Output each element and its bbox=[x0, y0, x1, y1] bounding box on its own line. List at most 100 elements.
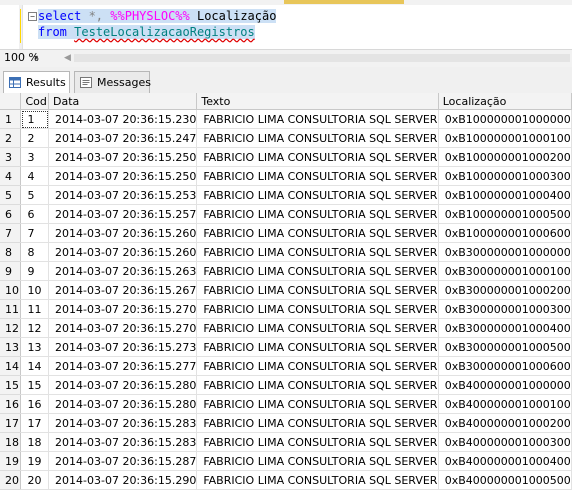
cell-localizacao[interactable]: 0xB300000001000400 bbox=[438, 318, 572, 338]
cell-texto[interactable]: FABRICIO LIMA CONSULTORIA SQL SERVER bbox=[196, 204, 439, 224]
table-row[interactable]: 11 11 2014-03-07 20:36:15.270 FABRICIO LIMA… bbox=[0, 299, 572, 319]
cell-data[interactable]: 2014-03-07 20:36:15.273 bbox=[48, 337, 198, 357]
table-row[interactable]: 8 8 2014-03-07 20:36:15.260 FABRICIO LIMA C… bbox=[0, 242, 572, 262]
tab-messages[interactable]: Messages bbox=[74, 71, 151, 93]
cell-data[interactable]: 2014-03-07 20:36:15.283 bbox=[48, 432, 198, 452]
cell-localizacao[interactable]: 0xB300000001000100 bbox=[438, 261, 572, 281]
cell-data[interactable]: 2014-03-07 20:36:15.270 bbox=[48, 318, 198, 338]
cell-cod[interactable]: 2 bbox=[20, 128, 50, 148]
table-row[interactable]: 13 13 2014-03-07 20:36:15.273 FABRICIO LIMA… bbox=[0, 337, 572, 357]
cell-texto[interactable]: FABRICIO LIMA CONSULTORIA SQL SERVER bbox=[196, 242, 439, 262]
row-number[interactable]: 5 bbox=[0, 185, 22, 205]
tab-results[interactable]: Results bbox=[3, 71, 70, 94]
cell-localizacao[interactable]: 0xB400000001000500 bbox=[438, 470, 572, 490]
cell-data[interactable]: 2014-03-07 20:36:15.253 bbox=[48, 185, 198, 205]
cell-texto[interactable]: FABRICIO LIMA CONSULTORIA SQL SERVER bbox=[196, 375, 439, 395]
table-row[interactable]: 3 3 2014-03-07 20:36:15.250 FABRICIO LIMA C… bbox=[0, 147, 572, 167]
cell-texto[interactable]: FABRICIO LIMA CONSULTORIA SQL SERVER bbox=[196, 223, 439, 243]
cell-texto[interactable]: FABRICIO LIMA CONSULTORIA SQL SERVER bbox=[196, 185, 439, 205]
table-row[interactable]: 12 12 2014-03-07 20:36:15.270 FABRICIO LIMA… bbox=[0, 318, 572, 338]
cell-texto[interactable]: FABRICIO LIMA CONSULTORIA SQL SERVER bbox=[196, 356, 439, 376]
cell-data[interactable]: 2014-03-07 20:36:15.257 bbox=[48, 204, 198, 224]
cell-localizacao[interactable]: 0xB400000001000200 bbox=[438, 413, 572, 433]
cell-cod[interactable]: 19 bbox=[20, 451, 50, 471]
cell-localizacao[interactable]: 0xB400000001000100 bbox=[438, 394, 572, 414]
cell-cod[interactable]: 1 bbox=[20, 109, 50, 129]
row-number[interactable]: 19 bbox=[0, 451, 22, 471]
cell-cod[interactable]: 6 bbox=[20, 204, 50, 224]
table-row[interactable]: 17 17 2014-03-07 20:36:15.283 FABRICIO LIMA… bbox=[0, 413, 572, 433]
cell-texto[interactable]: FABRICIO LIMA CONSULTORIA SQL SERVER bbox=[196, 451, 439, 471]
column-header-cod[interactable]: Cod bbox=[20, 93, 50, 110]
cell-texto[interactable]: FABRICIO LIMA CONSULTORIA SQL SERVER bbox=[196, 109, 439, 129]
cell-data[interactable]: 2014-03-07 20:36:15.247 bbox=[48, 128, 198, 148]
row-number[interactable]: 7 bbox=[0, 223, 22, 243]
cell-localizacao[interactable]: 0xB400000001000400 bbox=[438, 451, 572, 471]
column-header-localizacao[interactable]: Localização bbox=[438, 93, 572, 110]
table-row[interactable]: 16 16 2014-03-07 20:36:15.280 FABRICIO LIMA… bbox=[0, 394, 572, 414]
table-row[interactable]: 5 5 2014-03-07 20:36:15.253 FABRICIO LIMA C… bbox=[0, 185, 572, 205]
cell-texto[interactable]: FABRICIO LIMA CONSULTORIA SQL SERVER bbox=[196, 413, 439, 433]
row-number[interactable]: 20 bbox=[0, 470, 22, 490]
cell-texto[interactable]: FABRICIO LIMA CONSULTORIA SQL SERVER bbox=[196, 128, 439, 148]
cell-cod[interactable]: 9 bbox=[20, 261, 50, 281]
table-row[interactable]: 20 20 2014-03-07 20:36:15.290 FABRICIO LIMA… bbox=[0, 470, 572, 490]
cell-localizacao[interactable]: 0xB300000001000600 bbox=[438, 356, 572, 376]
cell-cod[interactable]: 17 bbox=[20, 413, 50, 433]
cell-localizacao[interactable]: 0xB100000001000100 bbox=[438, 128, 572, 148]
row-number[interactable]: 8 bbox=[0, 242, 22, 262]
cell-localizacao[interactable]: 0xB300000001000300 bbox=[438, 299, 572, 319]
scroll-left-icon[interactable]: ◀ bbox=[64, 51, 71, 65]
row-number[interactable]: 17 bbox=[0, 413, 22, 433]
editor-line-2[interactable]: from TesteLocalizacaoRegistros bbox=[38, 24, 255, 40]
cell-cod[interactable]: 4 bbox=[20, 166, 50, 186]
cell-texto[interactable]: FABRICIO LIMA CONSULTORIA SQL SERVER bbox=[196, 299, 439, 319]
editor-line-1[interactable]: select *, %%PHYSLOC%% Localização bbox=[38, 8, 277, 24]
cell-localizacao[interactable]: 0xB300000001000200 bbox=[438, 280, 572, 300]
cell-localizacao[interactable]: 0xB100000001000500 bbox=[438, 204, 572, 224]
table-row[interactable]: 10 10 2014-03-07 20:36:15.267 FABRICIO LIMA… bbox=[0, 280, 572, 300]
cell-texto[interactable]: FABRICIO LIMA CONSULTORIA SQL SERVER bbox=[196, 147, 439, 167]
cell-data[interactable]: 2014-03-07 20:36:15.263 bbox=[48, 261, 198, 281]
cell-cod[interactable]: 18 bbox=[20, 432, 50, 452]
row-number[interactable]: 4 bbox=[0, 166, 22, 186]
table-row[interactable]: 19 19 2014-03-07 20:36:15.287 FABRICIO LIMA… bbox=[0, 451, 572, 471]
row-number[interactable]: 12 bbox=[0, 318, 22, 338]
cell-data[interactable]: 2014-03-07 20:36:15.287 bbox=[48, 451, 198, 471]
cell-cod[interactable]: 16 bbox=[20, 394, 50, 414]
cell-texto[interactable]: FABRICIO LIMA CONSULTORIA SQL SERVER bbox=[196, 337, 439, 357]
cell-texto[interactable]: FABRICIO LIMA CONSULTORIA SQL SERVER bbox=[196, 318, 439, 338]
zoom-select[interactable]: 100 % bbox=[4, 51, 46, 65]
horizontal-scrollbar[interactable] bbox=[74, 54, 570, 62]
table-row[interactable]: 9 9 2014-03-07 20:36:15.263 FABRICIO LIMA C… bbox=[0, 261, 572, 281]
row-number[interactable]: 10 bbox=[0, 280, 22, 300]
cell-data[interactable]: 2014-03-07 20:36:15.277 bbox=[48, 356, 198, 376]
row-number[interactable]: 14 bbox=[0, 356, 22, 376]
table-row[interactable]: 18 18 2014-03-07 20:36:15.283 FABRICIO LIMA… bbox=[0, 432, 572, 452]
cell-data[interactable]: 2014-03-07 20:36:15.283 bbox=[48, 413, 198, 433]
cell-cod[interactable]: 3 bbox=[20, 147, 50, 167]
row-number[interactable]: 16 bbox=[0, 394, 22, 414]
cell-localizacao[interactable]: 0xB400000001000000 bbox=[438, 375, 572, 395]
row-number[interactable]: 11 bbox=[0, 299, 22, 319]
cell-cod[interactable]: 14 bbox=[20, 356, 50, 376]
table-row[interactable]: 14 14 2014-03-07 20:36:15.277 FABRICIO LIMA… bbox=[0, 356, 572, 376]
column-header-texto[interactable]: Texto bbox=[196, 93, 439, 110]
results-grid[interactable]: Cod Data Texto Localização 1 1 2014-03-07 … bbox=[0, 93, 572, 490]
cell-data[interactable]: 2014-03-07 20:36:15.250 bbox=[48, 166, 198, 186]
collapse-toggle-icon[interactable]: − bbox=[28, 12, 37, 21]
cell-cod[interactable]: 11 bbox=[20, 299, 50, 319]
table-row[interactable]: 6 6 2014-03-07 20:36:15.257 FABRICIO LIMA C… bbox=[0, 204, 572, 224]
row-number[interactable]: 13 bbox=[0, 337, 22, 357]
cell-cod[interactable]: 20 bbox=[20, 470, 50, 490]
table-row[interactable]: 4 4 2014-03-07 20:36:15.250 FABRICIO LIMA C… bbox=[0, 166, 572, 186]
cell-data[interactable]: 2014-03-07 20:36:15.280 bbox=[48, 375, 198, 395]
cell-cod[interactable]: 10 bbox=[20, 280, 50, 300]
row-number[interactable]: 18 bbox=[0, 432, 22, 452]
cell-texto[interactable]: FABRICIO LIMA CONSULTORIA SQL SERVER bbox=[196, 432, 439, 452]
cell-cod[interactable]: 12 bbox=[20, 318, 50, 338]
cell-data[interactable]: 2014-03-07 20:36:15.270 bbox=[48, 299, 198, 319]
cell-data[interactable]: 2014-03-07 20:36:15.260 bbox=[48, 242, 198, 262]
cell-cod[interactable]: 5 bbox=[20, 185, 50, 205]
cell-cod[interactable]: 15 bbox=[20, 375, 50, 395]
